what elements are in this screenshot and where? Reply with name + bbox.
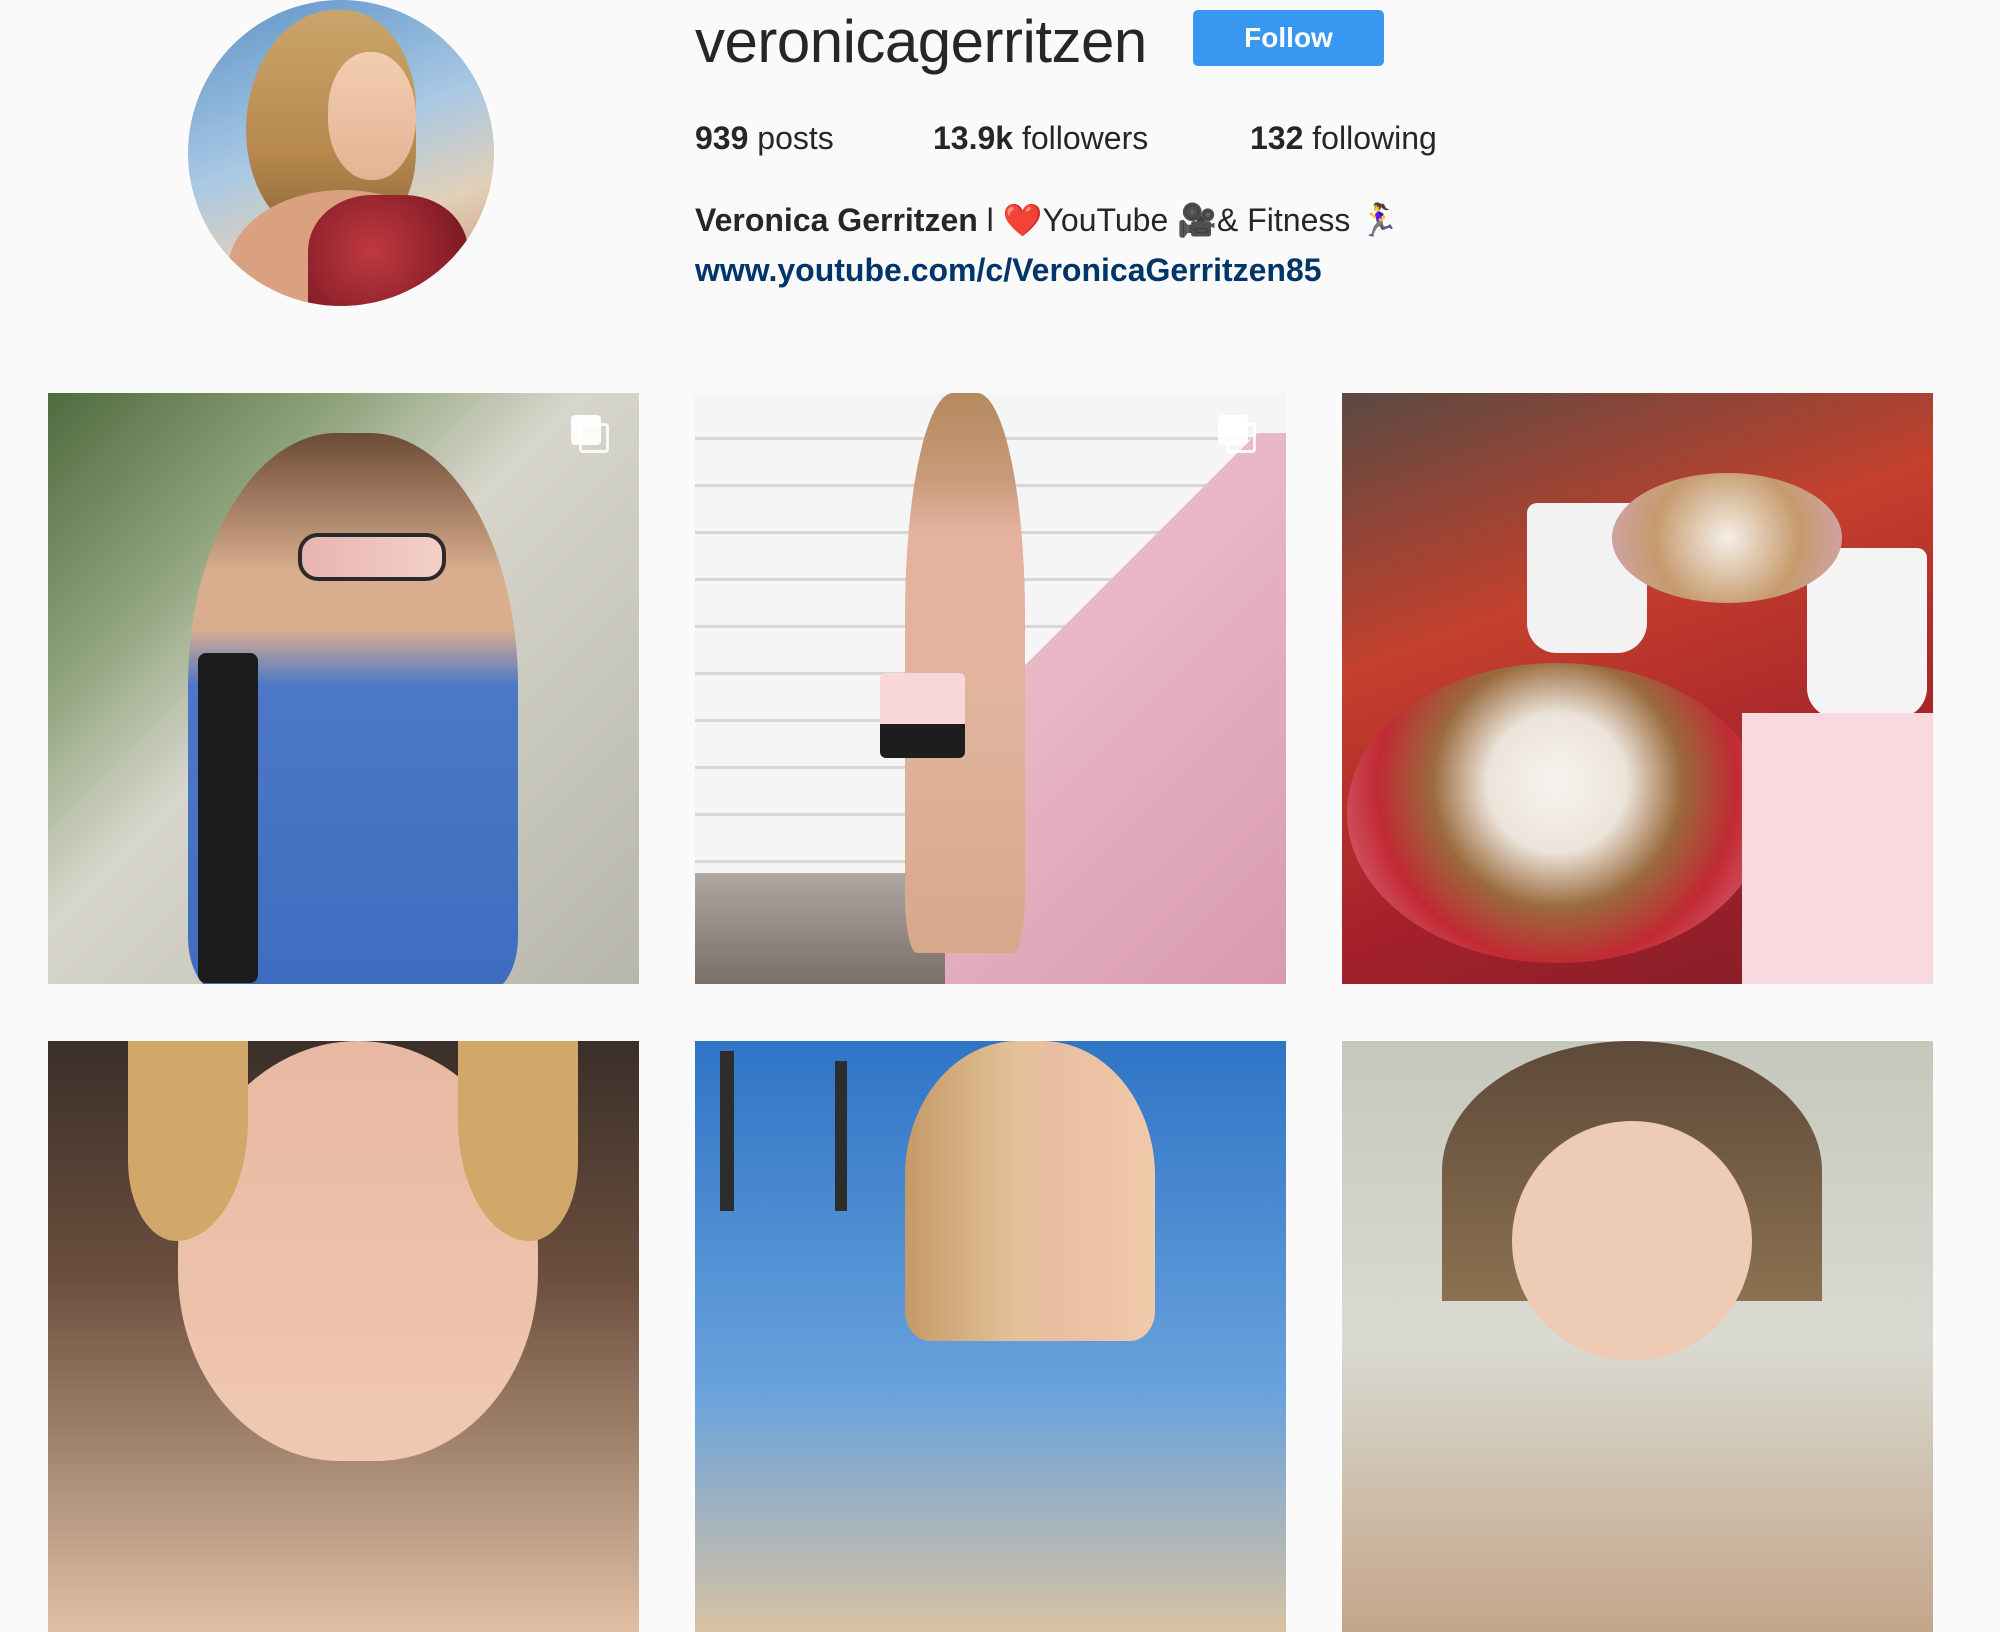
post-1-backpack-strap: [198, 653, 258, 983]
profile-full-name: Veronica Gerritzen: [695, 202, 978, 238]
post-6-face: [1512, 1121, 1752, 1361]
posts-label: posts: [757, 120, 834, 156]
post-3-napkin: [1742, 713, 1933, 984]
profile-bio: Veronica Gerritzen l ❤️YouTube 🎥& Fitnes…: [695, 198, 1399, 242]
post-2-handbag: [880, 673, 965, 758]
followers-label: followers: [1021, 120, 1149, 156]
post-thumbnail[interactable]: [1342, 393, 1933, 984]
post-5-palm-1: [720, 1051, 734, 1211]
post-thumbnail[interactable]: [48, 393, 639, 984]
profile-username: veronicagerritzen: [695, 8, 1147, 75]
posts-stat: 939 posts: [695, 116, 834, 160]
posts-count: 939: [695, 120, 749, 156]
post-3-cup-2: [1807, 548, 1927, 718]
followers-count: 13.9k: [933, 120, 1014, 156]
multiple-images-icon: [571, 415, 609, 453]
post-thumbnail[interactable]: [48, 1041, 639, 1632]
post-thumbnail[interactable]: [695, 393, 1286, 984]
bio-separator: l: [977, 202, 1003, 238]
follow-button[interactable]: Follow: [1193, 10, 1384, 66]
post-1-sunglasses: [298, 533, 446, 581]
movie-camera-icon: 🎥: [1177, 202, 1217, 238]
heart-icon: ❤️: [1002, 202, 1043, 238]
multiple-images-icon: [1218, 415, 1256, 453]
post-thumbnail[interactable]: [1342, 1041, 1933, 1632]
post-3-bowl-front: [1347, 663, 1767, 963]
followers-stat[interactable]: 13.9k followers: [933, 116, 1148, 160]
avatar-dress: [308, 195, 468, 306]
bio-youtube-text: YouTube: [1042, 202, 1178, 238]
post-5-palm-2: [835, 1061, 847, 1211]
following-count: 132: [1250, 120, 1304, 156]
post-5-person: [905, 1041, 1155, 1341]
bio-fitness-text: & Fitness: [1217, 202, 1360, 238]
profile-stats: 939 posts 13.9k followers 132 following: [0, 116, 2000, 160]
following-label: following: [1312, 120, 1437, 156]
post-thumbnail[interactable]: [695, 1041, 1286, 1632]
runner-icon: 🏃‍♀: [1359, 202, 1400, 238]
post-3-bowl-back: [1612, 473, 1842, 603]
following-stat[interactable]: 132 following: [1250, 116, 1437, 160]
profile-website-link[interactable]: www.youtube.com/c/VeronicaGerritzen85: [695, 248, 1322, 292]
